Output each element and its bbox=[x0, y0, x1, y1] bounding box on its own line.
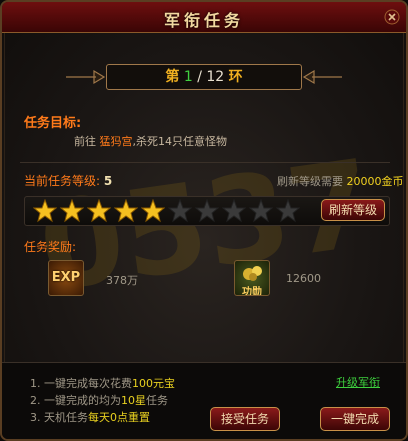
star-empty-icon bbox=[167, 198, 193, 223]
gold-nugget-icon bbox=[243, 266, 262, 281]
star-filled-icon bbox=[86, 198, 112, 223]
refresh-level-button[interactable]: 刷新等级 bbox=[321, 199, 385, 221]
close-icon[interactable] bbox=[384, 9, 400, 25]
instant-complete-button[interactable]: 一键完成 bbox=[320, 407, 390, 431]
star-empty-icon bbox=[221, 198, 247, 223]
ring-total: 12 bbox=[206, 69, 225, 85]
note-3: 3. 天机任务每天0点重置 bbox=[30, 411, 150, 424]
star-empty-icon bbox=[194, 198, 220, 223]
upgrade-rank-link[interactable]: 升级军衔 bbox=[336, 374, 380, 390]
star-empty-icon bbox=[275, 198, 301, 223]
divider bbox=[20, 162, 390, 163]
quest-panel: 军衔任务 0537 第 1 / 12 环 任务目标: 前往 猛犸宫,杀死14只任… bbox=[0, 0, 408, 441]
goal-text: 前往 猛犸宫,杀死14只任意怪物 bbox=[74, 135, 227, 148]
note-1: 1. 一键完成每次花费100元宝 bbox=[30, 377, 175, 390]
note-2: 2. 一键完成的均为10星任务 bbox=[30, 394, 168, 407]
merit-value: 12600 bbox=[286, 272, 321, 285]
refresh-cost-value: 20000金币 bbox=[346, 175, 404, 188]
star-filled-icon bbox=[32, 198, 58, 223]
ring-counter: 第 1 / 12 环 bbox=[66, 64, 342, 92]
star-filled-icon bbox=[59, 198, 85, 223]
accept-quest-button[interactable]: 接受任务 bbox=[210, 407, 280, 431]
right-ornament-icon bbox=[302, 69, 342, 85]
exp-value: 378万 bbox=[106, 274, 138, 287]
reward-heading: 任务奖励: bbox=[24, 240, 77, 254]
bottom-panel: 1. 一键完成每次花费100元宝 2. 一键完成的均为10星任务 3. 天机任务… bbox=[2, 362, 406, 439]
window-title: 军衔任务 bbox=[163, 11, 244, 30]
goal-location: 猛犸宫 bbox=[99, 135, 133, 148]
title-bar: 军衔任务 bbox=[2, 2, 406, 33]
ring-current: 1 bbox=[183, 69, 193, 85]
goal-heading: 任务目标: bbox=[24, 116, 82, 131]
star-filled-icon bbox=[113, 198, 139, 223]
merit-icon: 功勋 bbox=[234, 260, 270, 296]
star-empty-icon bbox=[248, 198, 274, 223]
left-ornament-icon bbox=[66, 69, 106, 85]
refresh-cost: 刷新等级需要 20000金币 bbox=[277, 175, 404, 188]
star-filled-icon bbox=[140, 198, 166, 223]
exp-icon: EXP bbox=[48, 260, 84, 296]
ring-box: 第 1 / 12 环 bbox=[106, 64, 302, 90]
level-value: 5 bbox=[103, 174, 113, 188]
level-label: 当前任务等级: bbox=[24, 174, 101, 188]
star-rating: 刷新等级 bbox=[24, 196, 390, 226]
level-row: 当前任务等级: 5 bbox=[24, 172, 112, 189]
